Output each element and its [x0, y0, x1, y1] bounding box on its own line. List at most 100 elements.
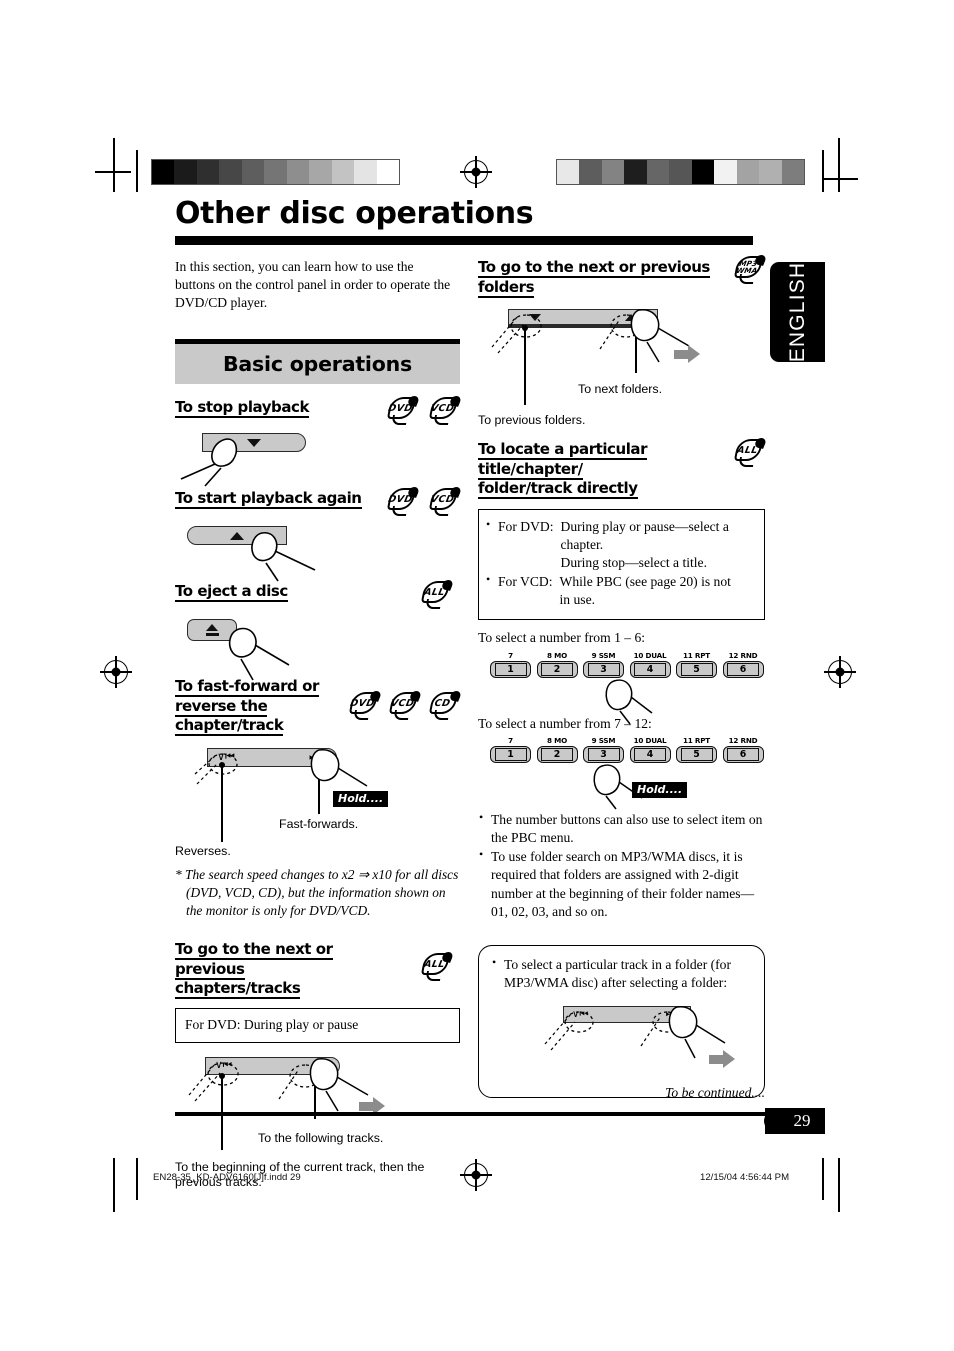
keypad-key-caption: 7 [508, 736, 513, 746]
figure-next-prev-tracks: ∨⏮ ⏭∧ [175, 1053, 460, 1189]
crop-mark [95, 171, 131, 173]
manual-page: ENGLISH Other disc operations In this se… [0, 0, 954, 1351]
keypad-key-button[interactable]: 2 [536, 746, 578, 764]
note-label-vcd: For VCD: [498, 573, 553, 589]
hold-badge: Hold.... [632, 780, 688, 799]
keypad-key-caption: 11 RPT [682, 650, 710, 660]
heading-folders: To go to the next or previous folders [478, 258, 710, 298]
hold-label: Hold.... [632, 782, 688, 799]
registration-target-top [460, 156, 492, 188]
finger-pointer-icon [600, 675, 670, 725]
figure-folders: To next folders. To previous folders. [478, 303, 765, 428]
note-search-speed: * The search speed changes to x2 ⇒ x10 f… [175, 866, 459, 918]
locate-bullet-item: To use folder search on MP3/WMA discs, i… [478, 847, 765, 920]
badge-vcd-label: VCD [429, 402, 456, 414]
right-column: To go to the next or previous folders MP… [478, 256, 765, 1098]
locate-bullet-list: The number buttons can also use to selec… [478, 810, 765, 920]
label-select-1-6: To select a number from 1 – 6: [478, 629, 646, 645]
badge-dvd-label: DVD [387, 402, 414, 414]
crop-mark [822, 150, 824, 192]
note-line: While PBC (see page 20) is not in use. [559, 573, 731, 607]
badge-dvd-label: DVD [349, 697, 376, 709]
note-box-text: For DVD: During play or pause [185, 1016, 359, 1032]
block-stop-playback: To stop playback DVD VCD [175, 397, 460, 487]
keypad-key-number: 1 [494, 748, 527, 762]
hold-badge: Hold.... [333, 789, 389, 807]
keypad-key-button[interactable]: 1 [490, 660, 531, 678]
badge-cd-icon: CD [428, 691, 460, 721]
keypad-key[interactable]: 12 RND 6 [722, 736, 764, 764]
keypad-key-number: 2 [541, 662, 573, 676]
keypad-key-caption: 12 RND [728, 650, 758, 660]
rounded-box-list: To select a particular track in a folder… [491, 955, 752, 992]
block-start-playback: To start playback again DVD VCD [175, 487, 460, 582]
caption-next-folders: To next folders. [578, 382, 663, 396]
grayscale-wedge-right [556, 159, 805, 185]
keypad-key[interactable]: 9 SSM 3 [583, 651, 624, 678]
badge-all-label: ALL [423, 586, 446, 598]
keypad-key-button[interactable]: 5 [676, 746, 717, 764]
keypad-key[interactable]: 11 RPT 5 [676, 651, 717, 678]
badge-dvd-label: DVD [387, 493, 414, 505]
keypad-key[interactable]: 12 RND 6 [722, 650, 764, 678]
heading-fast-forward-line1: To fast-forward or [175, 677, 319, 698]
rounded-box-item: To select a particular track in a folder… [491, 955, 752, 992]
page-header: Other disc operations [175, 198, 825, 245]
badge-dvd-icon: DVD [348, 691, 380, 721]
note-box-locate: For DVD: During play or pause—select a c… [478, 508, 765, 620]
crop-mark [113, 138, 115, 192]
keypad-key-number: 6 [727, 748, 759, 762]
figure-keypad-1-6: 718 MO 2 9 SSM 3 10 DUAL 4 11 RPT 5 12 RND 6 [478, 650, 765, 725]
block-fast-forward: To fast-forward or reverse the chapter/t… [175, 677, 460, 920]
title-rule [175, 235, 753, 245]
caption-reverses: Reverses. [175, 843, 231, 858]
keypad-key-caption: 9 SSM [591, 650, 616, 660]
keypad-key-button[interactable]: 1 [490, 746, 531, 764]
keypad-key[interactable]: 10 DUAL 4 [629, 736, 671, 764]
keypad-key-button[interactable]: 6 [722, 660, 764, 678]
keypad-key[interactable]: 9 SSM 3 [583, 736, 624, 764]
crop-mark [838, 1158, 840, 1212]
note-label-dvd: For DVD: [498, 518, 554, 534]
keypad-key-button[interactable]: 5 [676, 660, 717, 678]
footer-rule [175, 1112, 825, 1116]
keypad-key-caption: 11 RPT [682, 736, 710, 746]
keypad-key[interactable]: 10 DUAL 4 [629, 651, 671, 678]
keypad-key[interactable]: 11 RPT 5 [676, 736, 717, 764]
leader-line [524, 329, 526, 405]
page-number-badge: 29 [764, 1108, 825, 1134]
figure-track-in-folder: ∨⏮ ⏭∧ [491, 1000, 752, 1085]
finger-pointer-icon [217, 623, 322, 681]
heading-locate-line1: To locate a particular title/chapter/ [478, 440, 648, 480]
caption-following-tracks: To the following tracks. [258, 1130, 384, 1145]
language-tab-label: ENGLISH [785, 261, 809, 363]
keypad-key-number: 6 [727, 662, 759, 676]
keypad-key[interactable]: 71 [490, 736, 531, 764]
keypad-key-button[interactable]: 2 [536, 660, 578, 678]
figure-keypad-7-12: 718 MO 2 9 SSM 3 10 DUAL 4 11 RPT 5 12 RND 6 Hold… [478, 736, 765, 810]
section-bar-label: Basic operations [222, 352, 413, 377]
hold-label: Hold.... [333, 790, 389, 807]
keypad-key-button[interactable]: 6 [722, 746, 764, 764]
figure-start-playback [175, 524, 460, 582]
registration-target-left [100, 656, 132, 688]
finger-pointer-icon [230, 527, 335, 582]
keypad-key[interactable]: 71 [490, 651, 531, 678]
note-line: During stop—select a title. [560, 554, 707, 570]
crop-mark [838, 138, 840, 192]
keypad-key-caption: 8 MO [547, 736, 567, 746]
keypad-key[interactable]: 8 MO 2 [536, 651, 578, 678]
badge-dvd-icon: DVD [386, 487, 418, 517]
caption-previous-folders: To previous folders. [478, 413, 586, 427]
note-list: For DVD: During play or pause—select a c… [485, 516, 754, 609]
crop-mark [136, 150, 138, 192]
keypad-key-caption: 12 RND [728, 736, 758, 746]
heading-eject-disc: To eject a disc [175, 582, 288, 603]
to-be-continued: To be continued.... [665, 1085, 765, 1100]
left-column: In this section, you can learn how to us… [175, 258, 460, 1189]
badge-all-icon: ALL [733, 438, 765, 467]
note-list-item: For DVD: During play or pause—select a c… [485, 516, 754, 572]
keypad-key[interactable]: 8 MO 2 [536, 736, 578, 764]
intro-paragraph: In this section, you can learn how to us… [175, 259, 451, 311]
keypad-key-number: 5 [680, 748, 713, 762]
